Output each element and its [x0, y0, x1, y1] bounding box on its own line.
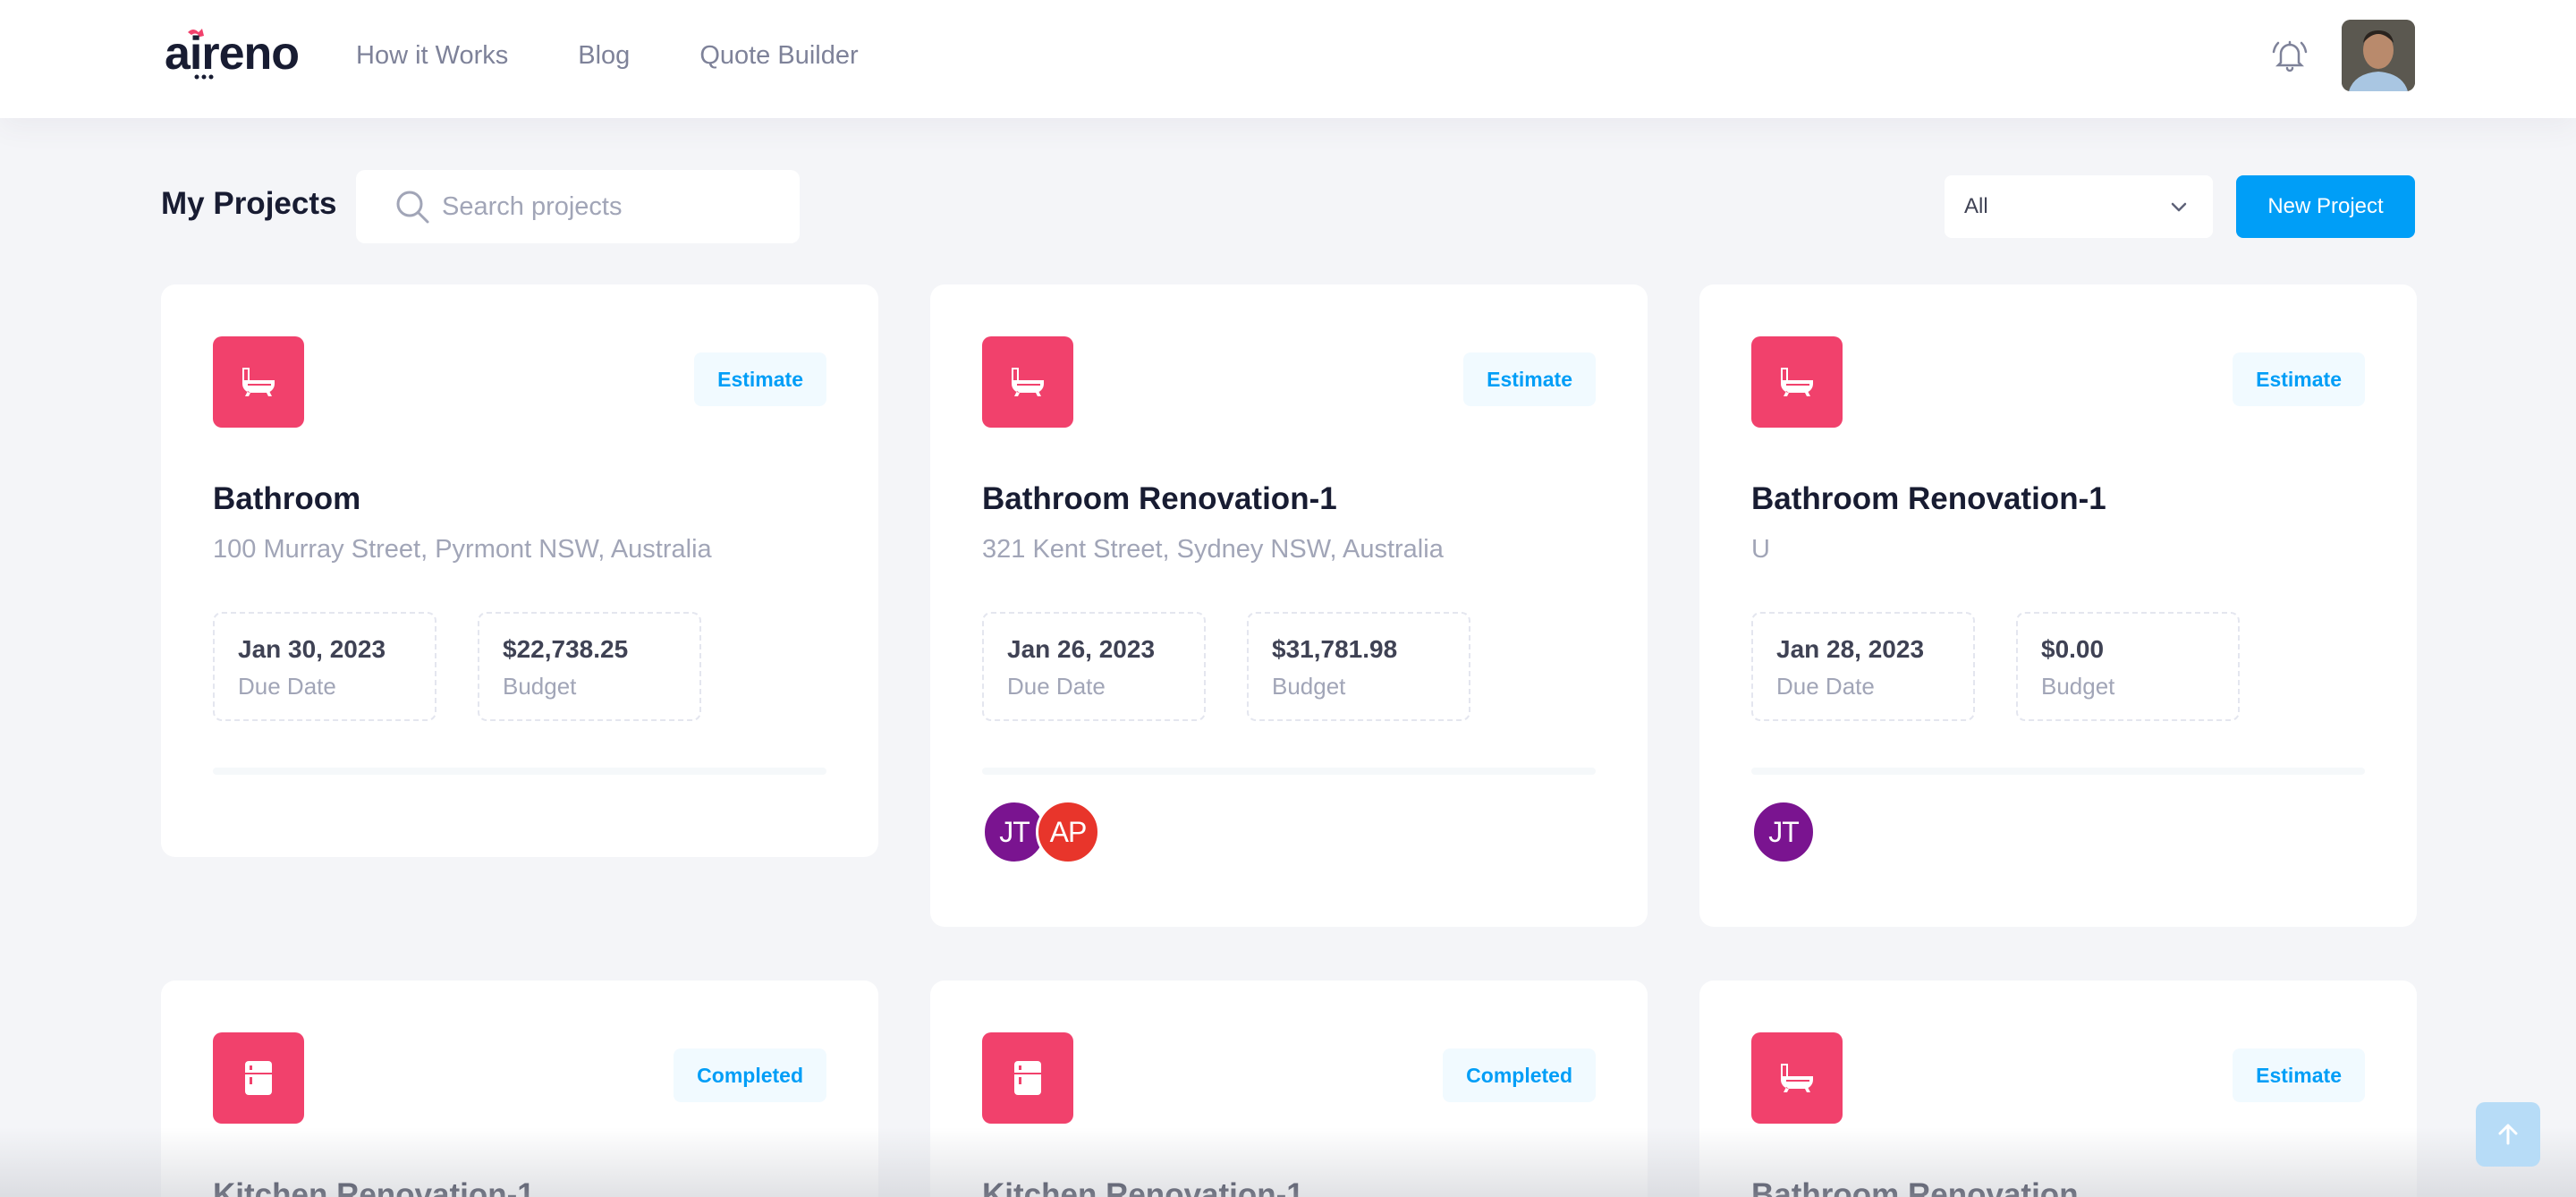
nav-blog[interactable]: Blog	[578, 36, 630, 75]
status-badge: Estimate	[1463, 352, 1596, 406]
project-title[interactable]: Bathroom Renovation	[1751, 1177, 2079, 1197]
bath-icon	[1751, 1032, 1843, 1124]
project-card[interactable]: Completed Kitchen Renovation-1	[930, 981, 1648, 1197]
progress-bar	[982, 768, 1596, 775]
fridge-icon	[982, 1032, 1073, 1124]
arrow-up-icon	[2498, 1124, 2518, 1145]
project-title[interactable]: Kitchen Renovation-1	[982, 1177, 1304, 1197]
status-badge: Estimate	[694, 352, 826, 406]
due-date-label: Due Date	[1776, 673, 1875, 700]
new-project-button[interactable]: New Project	[2236, 175, 2415, 238]
budget-label: Budget	[1272, 673, 1346, 700]
due-date-box: Jan 28, 2023 Due Date	[1751, 612, 1975, 721]
search-icon	[396, 191, 429, 224]
status-badge: Estimate	[2233, 1048, 2365, 1102]
search-input[interactable]	[442, 191, 782, 222]
project-card[interactable]: Estimate Bathroom Renovation	[1699, 981, 2417, 1197]
project-card[interactable]: Completed Kitchen Renovation-1	[161, 981, 878, 1197]
nav-how-it-works[interactable]: How it Works	[356, 36, 508, 75]
status-filter-value: All	[1964, 194, 1988, 218]
budget-box: $31,781.98 Budget	[1247, 612, 1470, 721]
project-title[interactable]: Bathroom Renovation-1	[982, 481, 1337, 517]
search-box[interactable]	[356, 170, 800, 243]
fridge-icon	[213, 1032, 304, 1124]
progress-bar	[213, 768, 826, 775]
member-avatar[interactable]: AP	[1036, 800, 1100, 864]
budget-value: $0.00	[2041, 635, 2105, 663]
project-title[interactable]: Bathroom	[213, 481, 360, 517]
main-nav: How it Works Blog Quote Builder	[356, 36, 859, 75]
status-filter-select[interactable]: All	[1945, 175, 2213, 238]
scroll-top-button[interactable]	[2476, 1102, 2540, 1167]
status-badge: Estimate	[2233, 352, 2365, 406]
aireno-logo[interactable]: aireno	[165, 25, 317, 84]
project-address: 100 Murray Street, Pyrmont NSW, Australi…	[213, 535, 712, 564]
budget-label: Budget	[503, 673, 577, 700]
logo-text: aireno	[165, 28, 300, 80]
user-photo	[2342, 20, 2415, 91]
budget-value: $31,781.98	[1272, 635, 1398, 663]
bath-icon	[982, 336, 1073, 428]
project-title[interactable]: Kitchen Renovation-1	[213, 1177, 535, 1197]
progress-bar	[1751, 768, 2365, 775]
project-card[interactable]: Estimate Bathroom 100 Murray Street, Pyr…	[161, 284, 878, 857]
due-date-value: Jan 28, 2023	[1776, 635, 1925, 663]
chevron-down-icon	[2171, 202, 2187, 212]
page-title: My Projects	[161, 186, 337, 221]
budget-box: $0.00 Budget	[2016, 612, 2240, 721]
due-date-value: Jan 26, 2023	[1007, 635, 1156, 663]
member-avatar[interactable]: JT	[1751, 800, 1816, 864]
user-avatar[interactable]	[2342, 20, 2415, 91]
status-badge: Completed	[1443, 1048, 1596, 1102]
bath-icon	[213, 336, 304, 428]
due-date-box: Jan 30, 2023 Due Date	[213, 612, 436, 721]
due-date-label: Due Date	[238, 673, 336, 700]
budget-box: $22,738.25 Budget	[478, 612, 701, 721]
project-card[interactable]: Estimate Bathroom Renovation-1 U Jan 28,…	[1699, 284, 2417, 927]
bell-icon[interactable]	[2268, 34, 2311, 77]
top-navbar: aireno How it Works Blog Quote Builder	[0, 0, 2576, 118]
status-badge: Completed	[674, 1048, 826, 1102]
bath-icon	[1751, 336, 1843, 428]
project-card[interactable]: Estimate Bathroom Renovation-1 321 Kent …	[930, 284, 1648, 927]
budget-value: $22,738.25	[503, 635, 629, 663]
nav-quote-builder[interactable]: Quote Builder	[699, 36, 858, 75]
due-date-value: Jan 30, 2023	[238, 635, 386, 663]
due-date-label: Due Date	[1007, 673, 1106, 700]
budget-label: Budget	[2041, 673, 2115, 700]
due-date-box: Jan 26, 2023 Due Date	[982, 612, 1206, 721]
project-address: 321 Kent Street, Sydney NSW, Australia	[982, 535, 1444, 564]
project-address: U	[1751, 535, 1770, 564]
project-title[interactable]: Bathroom Renovation-1	[1751, 481, 2106, 517]
